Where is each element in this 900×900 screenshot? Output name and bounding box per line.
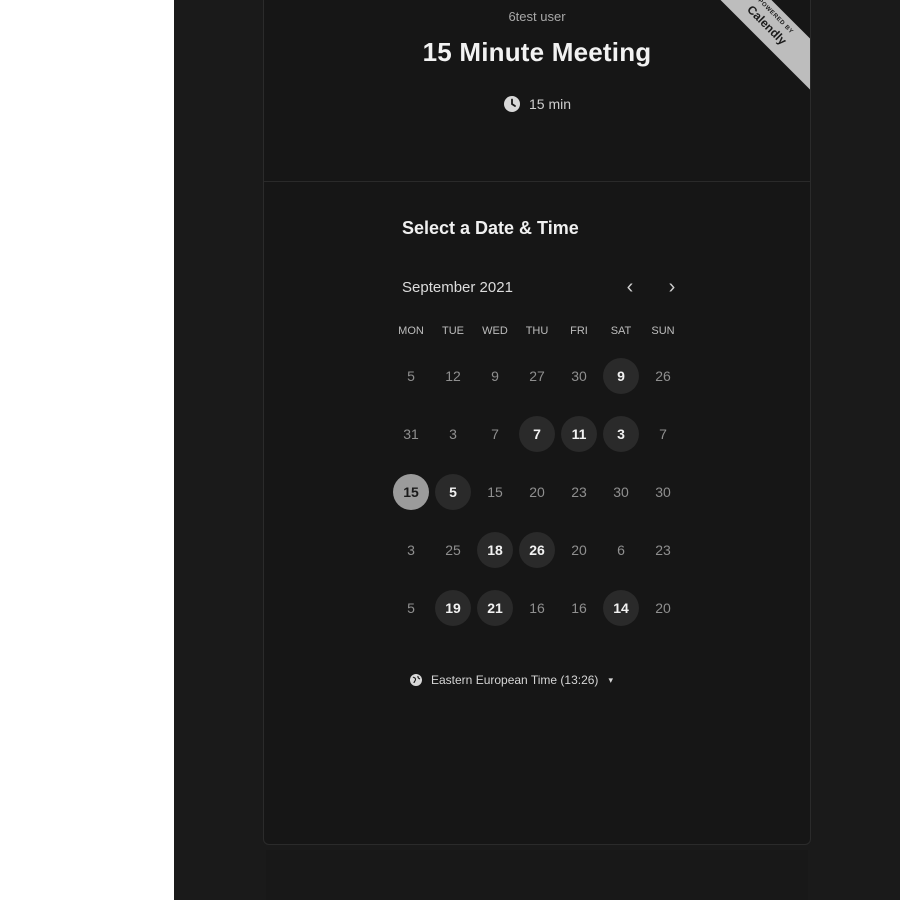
calendar-cell: 3 [600, 405, 642, 463]
event-duration: 15 min [264, 95, 810, 113]
calendar-day: 9 [491, 368, 499, 384]
calendar-day: 30 [571, 368, 587, 384]
calendar-cell: 7 [474, 405, 516, 463]
globe-icon [409, 673, 423, 687]
calendar-cell: 9 [600, 347, 642, 405]
weekday-label: TUE [442, 325, 464, 337]
calendar-grid: 5 12 9 27 30 9 26 31 3 7 7 11 3 7 15 5 15 20 23 30 30 3 25 18 26… [390, 347, 684, 637]
calendar-day: 27 [529, 368, 545, 384]
weekday-label: THU [525, 325, 549, 337]
calendar-cell: 23 [558, 463, 600, 521]
calendar-day-available[interactable]: 14 [603, 590, 639, 626]
weekday-label: WED [482, 325, 508, 337]
calendar-cell: 31 [390, 405, 432, 463]
calendar-cell: 27 [516, 347, 558, 405]
calendar-day: 3 [407, 542, 415, 558]
chevron-right-icon[interactable]: › [660, 275, 684, 299]
calendar-cell: 26 [642, 347, 684, 405]
calendar-cell: 16 [558, 579, 600, 637]
booking-card: 6test user 15 Minute Meeting 15 min POWE… [263, 0, 811, 845]
weekday-label: SUN [651, 325, 675, 337]
calendar-day: 7 [659, 426, 667, 442]
calendar-cell: 30 [642, 463, 684, 521]
section-title: Select a Date & Time [402, 218, 579, 238]
calendar-day-available[interactable]: 26 [519, 532, 555, 568]
calendar-cell: 3 [432, 405, 474, 463]
event-header: 6test user 15 Minute Meeting 15 min POWE… [264, 0, 810, 182]
calendar-day: 7 [491, 426, 499, 442]
calendar-day: 15 [487, 484, 503, 500]
calendar-cell: 23 [642, 521, 684, 579]
calendar-day: 5 [407, 368, 415, 384]
timezone-label: Eastern European Time (13:26) [431, 673, 599, 687]
calendar-day-available[interactable]: 21 [477, 590, 513, 626]
calendar-day: 20 [571, 542, 587, 558]
timezone-selector[interactable]: Eastern European Time (13:26) ▾ [409, 673, 613, 687]
weekday-label: SAT [610, 325, 632, 337]
calendar-day-selected[interactable]: 15 [393, 474, 429, 510]
calendar-day-available[interactable]: 9 [603, 358, 639, 394]
calendar-cell: 5 [390, 347, 432, 405]
calendar-cell: 7 [516, 405, 558, 463]
calendar-day: 20 [655, 600, 671, 616]
calendar-day-available[interactable]: 5 [435, 474, 471, 510]
calendar-day-available[interactable]: 3 [603, 416, 639, 452]
calendar-cell: 15 [474, 463, 516, 521]
calendar-day: 30 [655, 484, 671, 500]
card-footer-strip [266, 850, 808, 900]
caret-down-icon: ▾ [608, 674, 613, 685]
calendar-day: 5 [407, 600, 415, 616]
calendar-cell: 12 [432, 347, 474, 405]
calendar-day: 30 [613, 484, 629, 500]
calendar-cell: 19 [432, 579, 474, 637]
calendar-cell: 18 [474, 521, 516, 579]
calendar-cell: 6 [600, 521, 642, 579]
calendar-cell: 21 [474, 579, 516, 637]
calendar-cell: 30 [558, 347, 600, 405]
calendar-day: 26 [655, 368, 671, 384]
ribbon-brand-text: Calendly [744, 2, 790, 48]
calendar-day: 16 [529, 600, 545, 616]
calendar-day: 16 [571, 600, 587, 616]
calendar-day: 3 [449, 426, 457, 442]
calendar-cell: 3 [390, 521, 432, 579]
calendar-cell: 16 [516, 579, 558, 637]
calendar-cell: 15 [390, 463, 432, 521]
calendar-cell: 26 [516, 521, 558, 579]
calendar-cell: 14 [600, 579, 642, 637]
calendar-day-available[interactable]: 11 [561, 416, 597, 452]
calendar-day: 20 [529, 484, 545, 500]
calendar-day-available[interactable]: 18 [477, 532, 513, 568]
weekday-header: MON TUE WED THU FRI SAT SUN [390, 325, 684, 337]
calendar-day: 23 [655, 542, 671, 558]
powered-by-ribbon[interactable]: POWERED BY Calendly [696, 0, 810, 95]
calendar-cell: 20 [558, 521, 600, 579]
calendar-day-available[interactable]: 7 [519, 416, 555, 452]
calendar-day: 25 [445, 542, 461, 558]
calendar-day: 6 [617, 542, 625, 558]
calendar-day: 31 [403, 426, 419, 442]
calendar-cell: 25 [432, 521, 474, 579]
calendar-cell: 11 [558, 405, 600, 463]
calendar-day-available[interactable]: 19 [435, 590, 471, 626]
month-navigation: September 2021 ‹ › [402, 276, 682, 299]
calendar-day: 12 [445, 368, 461, 384]
month-label: September 2021 [402, 279, 513, 296]
duration-label: 15 min [528, 96, 572, 112]
calendar-cell: 20 [516, 463, 558, 521]
chevron-left-icon[interactable]: ‹ [618, 275, 642, 299]
calendar-cell: 9 [474, 347, 516, 405]
clock-icon [503, 95, 521, 113]
calendar-cell: 5 [432, 463, 474, 521]
calendar-cell: 20 [642, 579, 684, 637]
weekday-label: FRI [570, 325, 588, 337]
calendar-cell: 5 [390, 579, 432, 637]
calendar-cell: 7 [642, 405, 684, 463]
weekday-label: MON [398, 325, 424, 337]
calendar-cell: 30 [600, 463, 642, 521]
calendar-day: 23 [571, 484, 587, 500]
